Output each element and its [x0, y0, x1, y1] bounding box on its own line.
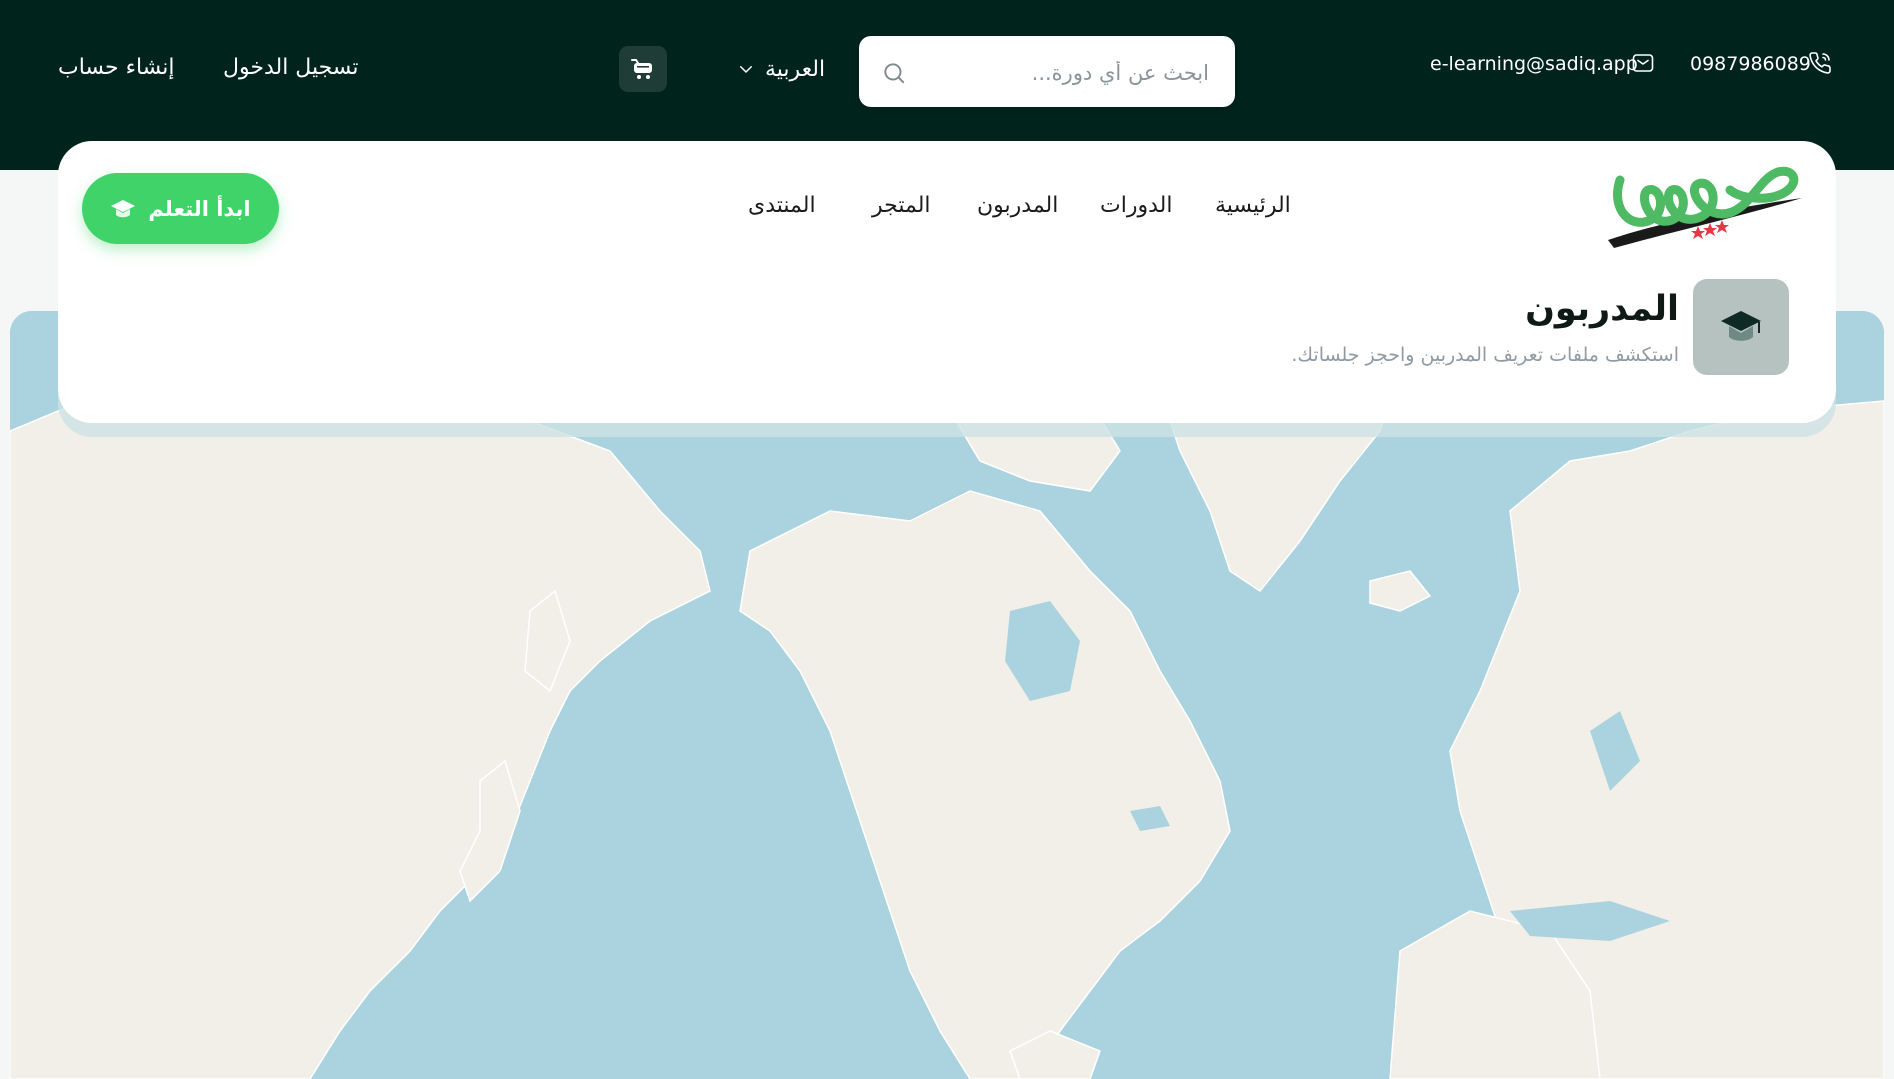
nav-item-courses[interactable]: الدورات [1100, 190, 1172, 222]
page-icon-box [1693, 279, 1789, 375]
language-label: العربية [765, 56, 826, 82]
contact-phone[interactable]: 0987986089 [1690, 50, 1811, 78]
start-learning-button[interactable]: ابدأ التعلم [82, 173, 279, 244]
login-link[interactable]: تسجيل الدخول [223, 53, 359, 83]
start-learning-label: ابدأ التعلم [148, 196, 251, 221]
search-input[interactable] [917, 36, 1211, 109]
nav-item-instructors[interactable]: المدربون [977, 190, 1058, 222]
signup-link[interactable]: إنشاء حساب [58, 53, 175, 83]
chevron-down-icon [740, 66, 752, 73]
map-tiles [10, 311, 1884, 1079]
page-subtitle: استكشف ملفات تعريف المدربين واحجز جلساتك… [1291, 344, 1679, 366]
world-map[interactable] [10, 311, 1884, 1079]
graduation-cap-icon [1721, 311, 1761, 341]
contact-email[interactable]: e-learning@sadiq.app [1430, 50, 1638, 78]
nav-item-forum[interactable]: المنتدى [748, 190, 816, 222]
nav-item-home[interactable]: الرئيسية [1215, 190, 1291, 222]
language-selector[interactable]: العربية [737, 52, 825, 86]
search-box[interactable] [859, 36, 1235, 109]
graduation-cap-icon [111, 199, 136, 217]
phone-icon [1809, 52, 1831, 74]
nav-item-store[interactable]: المتجر [872, 190, 931, 222]
page-title: المدربون [1525, 289, 1679, 329]
search-icon[interactable] [881, 60, 907, 86]
cart-button[interactable] [619, 46, 667, 92]
cart-icon [631, 59, 652, 79]
sadiq-logo[interactable] [1602, 150, 1804, 250]
header-card [58, 141, 1836, 423]
